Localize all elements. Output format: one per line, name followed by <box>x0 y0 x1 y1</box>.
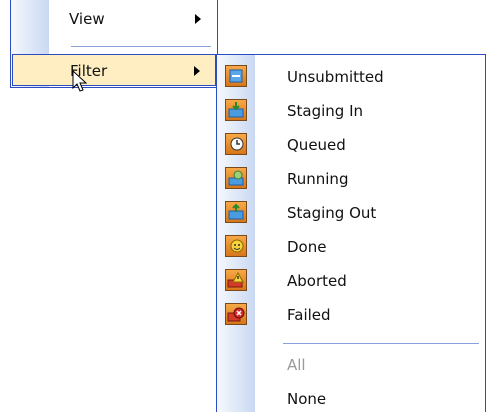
filter-item-all: All <box>217 347 485 381</box>
menu-separator <box>71 46 211 47</box>
menu-item-label: Staging In <box>287 102 364 120</box>
running-gear-icon <box>225 167 247 189</box>
filter-item-running[interactable]: Running <box>217 161 485 195</box>
menu-item-view[interactable]: View <box>11 2 217 34</box>
mouse-cursor-icon <box>72 70 88 92</box>
menu-item-label: Running <box>287 170 349 188</box>
menu-item-label: Done <box>287 238 327 256</box>
menu-item-label: Failed <box>287 306 331 324</box>
staging-out-icon <box>225 201 247 223</box>
staging-in-icon <box>225 99 247 121</box>
submenu-arrow-icon <box>194 66 200 76</box>
filter-item-queued[interactable]: Queued <box>217 127 485 161</box>
failed-x-icon <box>225 303 247 325</box>
filter-item-unsubmitted[interactable]: Unsubmitted <box>217 59 485 93</box>
filter-submenu: Unsubmitted Staging In Queued Running St… <box>216 54 486 412</box>
context-menu: View Filter <box>10 0 218 88</box>
menu-item-label: All <box>287 356 306 374</box>
done-smiley-icon <box>225 235 247 257</box>
menu-separator <box>283 343 479 344</box>
menu-item-label: View <box>69 10 105 28</box>
menu-item-label: Aborted <box>287 272 347 290</box>
unsubmitted-icon <box>225 65 247 87</box>
submenu-arrow-icon <box>195 14 201 24</box>
aborted-warning-icon <box>225 269 247 291</box>
menu-item-label: Staging Out <box>287 204 377 222</box>
filter-item-none[interactable]: None <box>217 381 485 415</box>
filter-item-staging-out[interactable]: Staging Out <box>217 195 485 229</box>
queued-clock-icon <box>225 133 247 155</box>
menu-item-filter[interactable]: Filter <box>12 54 216 86</box>
filter-item-done[interactable]: Done <box>217 229 485 263</box>
menu-item-label: None <box>287 390 327 408</box>
filter-item-staging-in[interactable]: Staging In <box>217 93 485 127</box>
menu-item-label: Queued <box>287 136 346 154</box>
menu-item-label: Unsubmitted <box>287 68 384 86</box>
filter-item-aborted[interactable]: Aborted <box>217 263 485 297</box>
filter-item-failed[interactable]: Failed <box>217 297 485 331</box>
